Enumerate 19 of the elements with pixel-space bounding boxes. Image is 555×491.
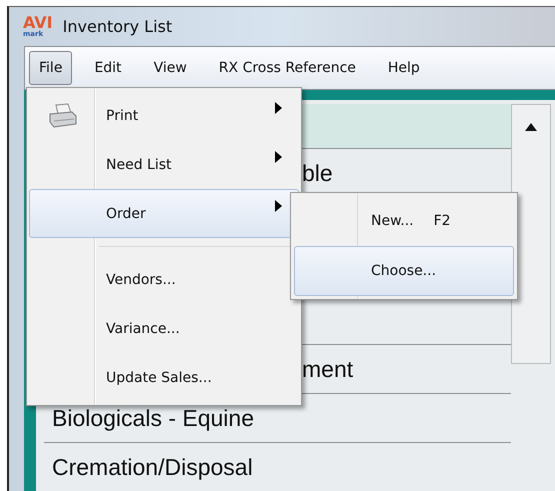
- printer-icon: [48, 102, 78, 128]
- list-item[interactable]: Cremation/Disposal: [52, 454, 253, 480]
- scrollbar[interactable]: [511, 104, 551, 364]
- list-item[interactable]: ment: [302, 356, 354, 382]
- list-item[interactable]: Biologicals - Equine: [52, 404, 254, 432]
- menu-bar-item[interactable]: Edit: [84, 51, 132, 85]
- menu-item[interactable]: Update Sales...: [29, 353, 299, 402]
- window-title: Inventory List: [62, 17, 172, 36]
- menu-item[interactable]: Variance...: [29, 304, 299, 353]
- menu-item[interactable]: Need List: [29, 140, 299, 189]
- menu-bar-item[interactable]: View: [144, 51, 197, 85]
- menu-bar-item[interactable]: File: [29, 51, 72, 85]
- up-arrow-icon: [525, 123, 537, 131]
- menu-bar-item[interactable]: RX Cross Reference: [208, 51, 366, 85]
- menu-item[interactable]: Order: [29, 189, 299, 238]
- menu-bar-item[interactable]: Help: [378, 51, 430, 85]
- list-item[interactable]: ble: [302, 160, 333, 186]
- menu-item[interactable]: Choose...: [294, 246, 514, 296]
- menu-item[interactable]: Print: [29, 91, 299, 140]
